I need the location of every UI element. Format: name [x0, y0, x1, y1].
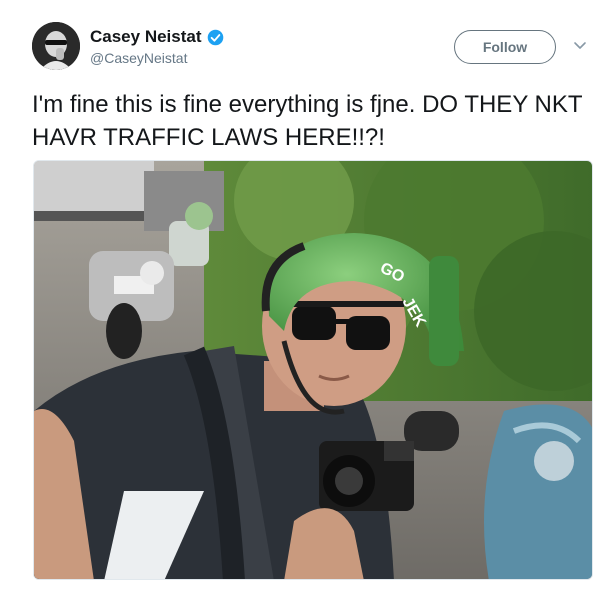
follow-button[interactable]: Follow [454, 30, 556, 64]
tweet-header: Casey Neistat @CaseyNeistat Follow [0, 0, 607, 90]
verified-badge-icon [207, 29, 223, 45]
tweet-text: I'm fine this is fine everything is fjne… [32, 91, 583, 151]
selfie-photo: GO JEK [34, 161, 592, 579]
chevron-down-icon[interactable] [573, 38, 587, 52]
author-handle[interactable]: @CaseyNeistat [90, 50, 187, 66]
author-name-row: Casey Neistat [90, 27, 224, 47]
avatar[interactable] [32, 22, 80, 70]
author-name[interactable]: Casey Neistat [90, 27, 202, 47]
tweet-photo[interactable]: GO JEK [33, 160, 593, 580]
